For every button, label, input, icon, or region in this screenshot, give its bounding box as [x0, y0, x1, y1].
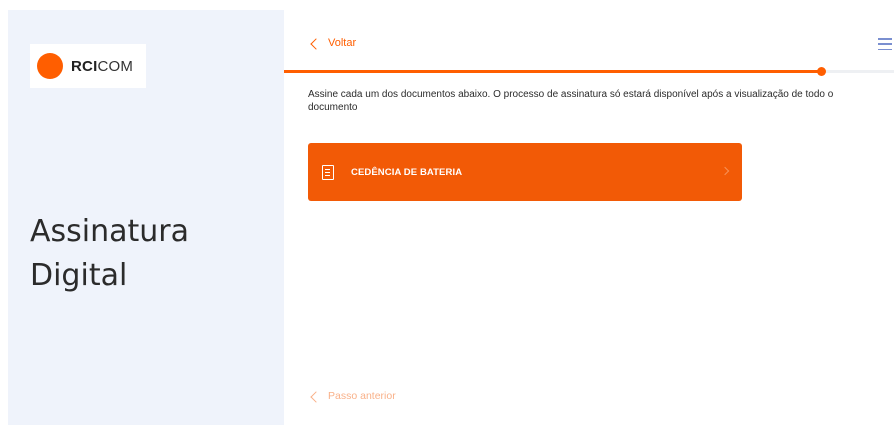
instructions-text: Assine cada um dos documentos abaixo. O …	[308, 89, 834, 113]
back-button[interactable]: Voltar	[310, 37, 357, 50]
back-button-label: Voltar	[328, 37, 357, 49]
page-title-line-1: Assinatura	[30, 214, 190, 249]
chevron-left-icon	[310, 37, 322, 50]
page-title-line-2: Digital	[30, 258, 128, 293]
progress-bar	[284, 67, 894, 76]
document-item-cedencia-de-bateria[interactable]: CEDÊNCIA DE BATERIA	[308, 143, 742, 201]
chevron-right-icon	[720, 166, 730, 176]
brand-logo: RCICOM	[30, 44, 146, 88]
left-panel: RCICOM Assinatura Digital	[8, 10, 284, 425]
page-title: Assinatura Digital	[30, 210, 270, 298]
progress-fill	[284, 70, 821, 73]
chevron-left-icon	[310, 390, 322, 403]
document-icon	[322, 164, 334, 180]
logo-circle-icon	[37, 53, 63, 79]
logo-text: RCICOM	[71, 57, 134, 75]
document-label: CEDÊNCIA DE BATERIA	[351, 166, 463, 178]
previous-step-label: Passo anterior	[328, 390, 396, 402]
page: RCICOM Assinatura Digital Voltar Assine …	[0, 0, 894, 425]
hamburger-menu-icon[interactable]	[878, 38, 892, 50]
progress-indicator-dot	[816, 67, 826, 76]
previous-step-button[interactable]: Passo anterior	[310, 390, 396, 403]
